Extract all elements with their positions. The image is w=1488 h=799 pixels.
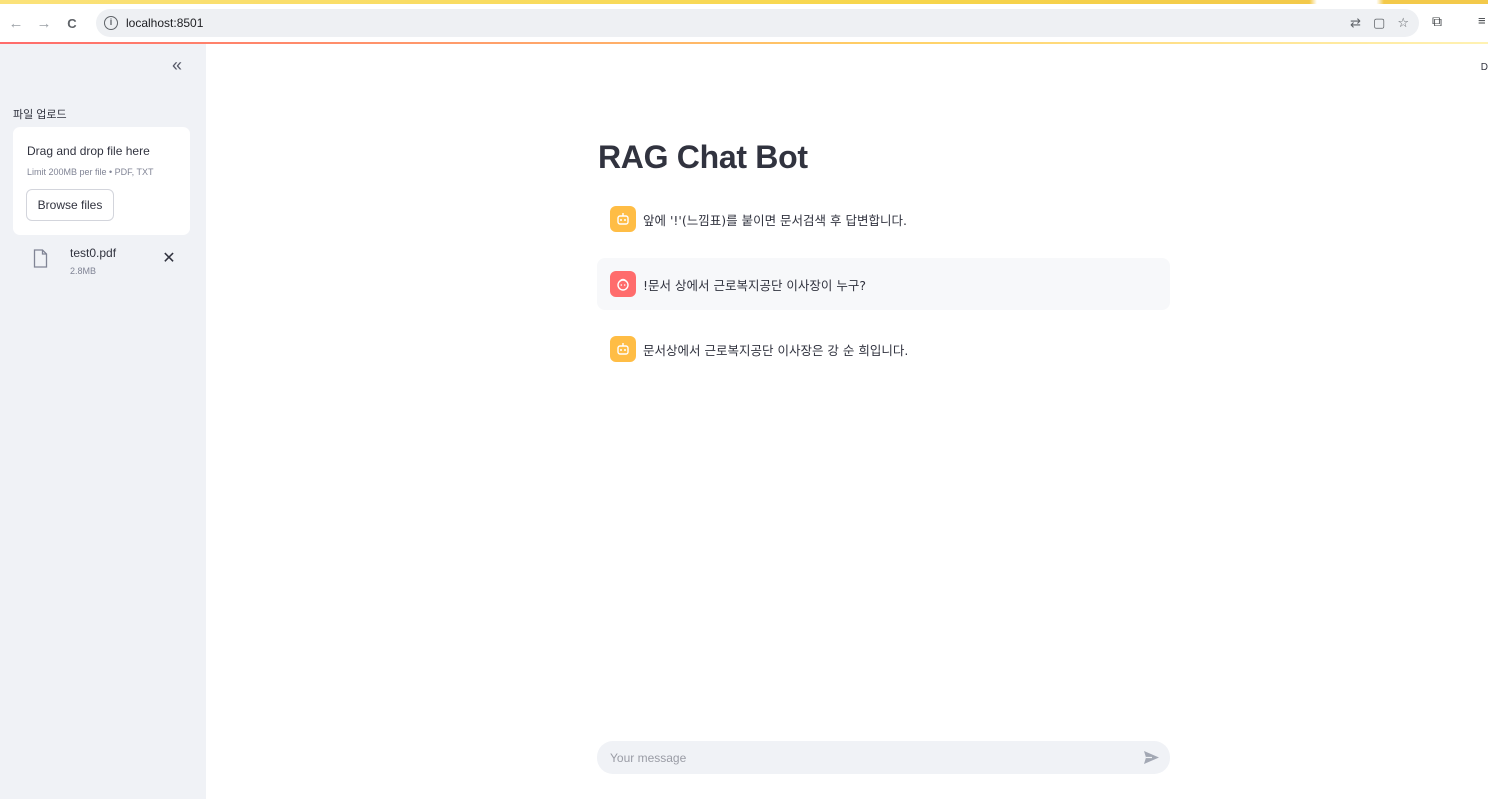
address-url[interactable]: localhost:8501: [126, 16, 203, 30]
sidebar: « 파일 업로드 Drag and drop file here Limit 2…: [0, 44, 206, 799]
browse-files-button[interactable]: Browse files: [26, 189, 114, 221]
bot-avatar-icon: [610, 336, 636, 362]
chat-input-container: [597, 741, 1170, 774]
file-icon: [33, 249, 48, 268]
translate-icon[interactable]: ⇄: [1350, 15, 1361, 31]
send-icon[interactable]: [1143, 749, 1160, 766]
user-avatar-icon: [610, 271, 636, 297]
close-icon[interactable]: ✕: [161, 251, 177, 267]
page-icon[interactable]: ▢: [1373, 15, 1385, 31]
file-size: 2.8MB: [70, 266, 97, 276]
back-icon[interactable]: ←: [2, 9, 30, 37]
main-content: D RAG Chat Bot 앞에 '!'(느낌표)를 붙이면 문서검색 후 답…: [206, 44, 1488, 799]
chat-message-assistant: 문서상에서 근로복지공단 이사장은 강 순 희입니다.: [597, 323, 1170, 375]
uploaded-file: test0.pdf 2.8MB ✕: [13, 241, 190, 283]
dropzone-limit: Limit 200MB per file • PDF, TXT: [27, 167, 154, 177]
chat-message-assistant: 앞에 '!'(느낌표)를 붙이면 문서검색 후 답변합니다.: [597, 193, 1170, 245]
site-info-icon[interactable]: i: [104, 16, 118, 30]
forward-icon[interactable]: →: [30, 9, 58, 37]
star-icon[interactable]: ☆: [1397, 15, 1409, 31]
file-name: test0.pdf: [70, 246, 117, 260]
address-bar[interactable]: i localhost:8501 ⇄ ▢ ☆: [96, 9, 1419, 37]
browser-menu-icon[interactable]: ≡: [1478, 13, 1486, 28]
reload-icon[interactable]: C: [58, 9, 86, 37]
extensions-icon[interactable]: ⧉: [1432, 13, 1442, 30]
dropzone-title: Drag and drop file here: [27, 144, 150, 158]
chat-input[interactable]: [610, 750, 1130, 765]
file-dropzone[interactable]: Drag and drop file here Limit 200MB per …: [13, 127, 190, 235]
message-text: 앞에 '!'(느낌표)를 붙이면 문서검색 후 답변합니다.: [643, 212, 907, 228]
bot-avatar-icon: [610, 206, 636, 232]
collapse-sidebar-icon[interactable]: «: [166, 56, 188, 76]
page-title: RAG Chat Bot: [598, 139, 808, 175]
message-text: 문서상에서 근로복지공단 이사장은 강 순 희입니다.: [643, 342, 909, 358]
upload-label: 파일 업로드: [13, 109, 67, 121]
chat-message-user: !문서 상에서 근로복지공단 이사장이 누구?: [597, 258, 1170, 310]
browser-toolbar: ← → C i localhost:8501 ⇄ ▢ ☆ ⧉ ≡: [0, 4, 1488, 42]
deploy-hint[interactable]: D: [1481, 62, 1488, 73]
message-text: !문서 상에서 근로복지공단 이사장이 누구?: [643, 277, 867, 293]
